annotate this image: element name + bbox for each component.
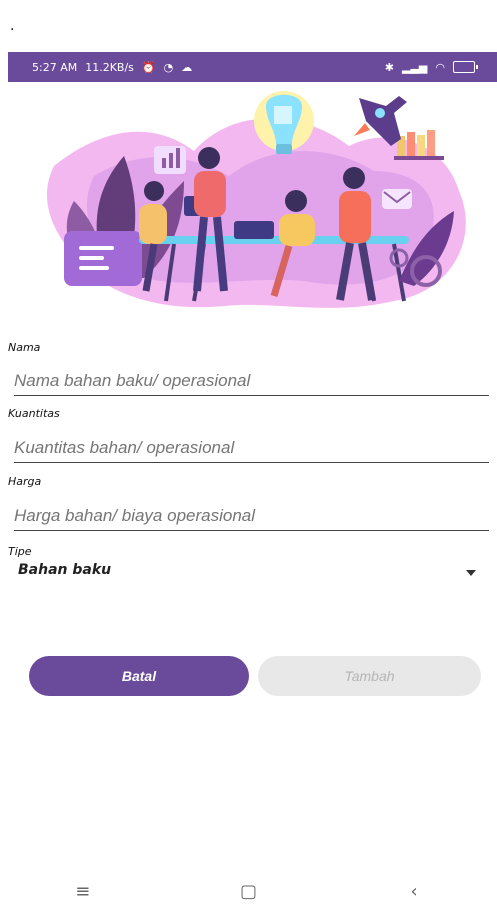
status-bar: 5:27 AM 11.2KB/s ⏰ ◔ ☁ ✱ ▂▃▅ ◠ xyxy=(8,52,497,82)
chart-bar-1 xyxy=(162,158,166,168)
status-time: 5:27 AM xyxy=(32,60,78,74)
price-input[interactable] xyxy=(14,502,489,531)
type-label: Tipe xyxy=(8,545,32,558)
bluetooth-icon: ✱ xyxy=(384,60,394,74)
wifi-icon: ◠ xyxy=(435,60,445,74)
person-sitting-right-head xyxy=(285,190,307,212)
person-left-body xyxy=(139,204,167,244)
price-label: Harga xyxy=(8,475,42,488)
chart-bar-2 xyxy=(169,153,173,168)
book-3 xyxy=(417,135,425,156)
bookshelf-group xyxy=(394,130,444,160)
person-left-head xyxy=(144,181,164,201)
person-standing-left-body xyxy=(194,171,226,217)
laptop-right xyxy=(234,221,274,239)
name-label: Nama xyxy=(8,341,41,354)
quantity-input[interactable] xyxy=(14,434,489,463)
back-icon[interactable]: ‹ xyxy=(394,881,434,902)
bottom-navigation: ≡ ▢ ‹ xyxy=(0,871,497,911)
idea-bulb-base xyxy=(276,144,292,154)
clock-icon: ◔ xyxy=(163,60,174,74)
chevron-down-icon[interactable] xyxy=(466,570,476,576)
status-speed: 11.2KB/s xyxy=(85,60,134,74)
book-4 xyxy=(427,130,435,156)
cancel-button[interactable]: Batal xyxy=(29,656,249,696)
team-illustration xyxy=(46,91,466,308)
top-dot: . xyxy=(10,18,15,34)
signal-icon: ▂▃▅ xyxy=(402,60,428,74)
left-message-line-2 xyxy=(79,256,104,260)
envelope-card xyxy=(382,189,412,209)
person-standing-right-body xyxy=(339,191,371,243)
quantity-label: Kuantitas xyxy=(8,407,60,420)
person-standing-right-head xyxy=(343,167,365,189)
menu-icon[interactable]: ≡ xyxy=(63,881,103,902)
home-icon[interactable]: ▢ xyxy=(228,881,268,902)
left-message-line-1 xyxy=(79,246,114,250)
rocket-flame xyxy=(354,123,370,136)
type-select-value[interactable]: Bahan baku xyxy=(18,562,111,578)
bookshelf-base xyxy=(394,156,444,160)
person-standing-left-head xyxy=(198,147,220,169)
status-right: ✱ ▂▃▅ ◠ xyxy=(384,60,478,74)
cloud-icon: ☁ xyxy=(181,60,193,74)
add-button[interactable]: Tambah xyxy=(258,656,481,696)
book-2 xyxy=(407,132,415,156)
chart-bar-3 xyxy=(176,148,180,168)
battery-icon xyxy=(453,61,478,73)
left-message-line-3 xyxy=(79,266,109,270)
puzzle-piece xyxy=(274,106,292,124)
alarm-icon: ⏰ xyxy=(141,60,156,74)
person-sitting-right-body xyxy=(279,214,315,246)
status-left: 5:27 AM 11.2KB/s ⏰ ◔ ☁ xyxy=(32,61,192,74)
rocket-window xyxy=(375,108,385,118)
name-input[interactable] xyxy=(14,367,489,396)
